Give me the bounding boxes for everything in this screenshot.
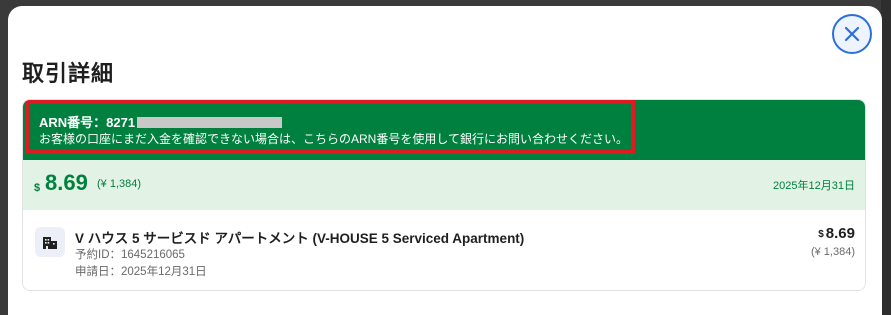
close-icon: [844, 26, 860, 42]
item-yen: (¥ 1,384): [810, 246, 855, 258]
item-currency: $: [818, 229, 824, 240]
request-date: 申請日：2025年12月31日: [75, 266, 207, 278]
amount-summary: $ 8.69 (¥ 1,384) 2025年12月31日: [23, 160, 865, 210]
transaction-details-modal: 取引詳細 ARN番号：8271 お客様の口座にまだ入金を確認できない場合は、こち…: [8, 6, 882, 315]
arn-message: お客様の口座にまだ入金を確認できない場合は、こちらのARN番号を使用して銀行にお…: [39, 132, 628, 146]
arn-banner: ARN番号：8271 お客様の口座にまだ入金を確認できない場合は、こちらのARN…: [23, 100, 865, 160]
summary-date: 2025年12月31日: [773, 180, 855, 192]
arn-redaction: [137, 117, 283, 128]
building-icon: [35, 227, 65, 257]
summary-currency: $: [34, 182, 41, 194]
reservation-id: 予約ID：1645216065: [75, 249, 185, 261]
modal-title: 取引詳細: [22, 61, 115, 86]
arn-label: ARN番号：8271: [39, 115, 136, 130]
item-amount: 8.69: [825, 225, 855, 242]
summary-amount: 8.69: [45, 170, 88, 195]
close-button[interactable]: [832, 14, 872, 54]
property-name: V ハウス 5 サービスド アパートメント (V-HOUSE 5 Service…: [75, 231, 525, 246]
summary-yen: (¥ 1,384): [97, 178, 142, 190]
transaction-card: ARN番号：8271 お客様の口座にまだ入金を確認できない場合は、こちらのARN…: [22, 99, 866, 291]
arn-number: ARN番号：8271: [39, 112, 283, 131]
item-price: $8.69: [818, 225, 855, 242]
page-backdrop: [881, 0, 891, 315]
booking-item: V ハウス 5 サービスド アパートメント (V-HOUSE 5 Service…: [23, 210, 865, 290]
